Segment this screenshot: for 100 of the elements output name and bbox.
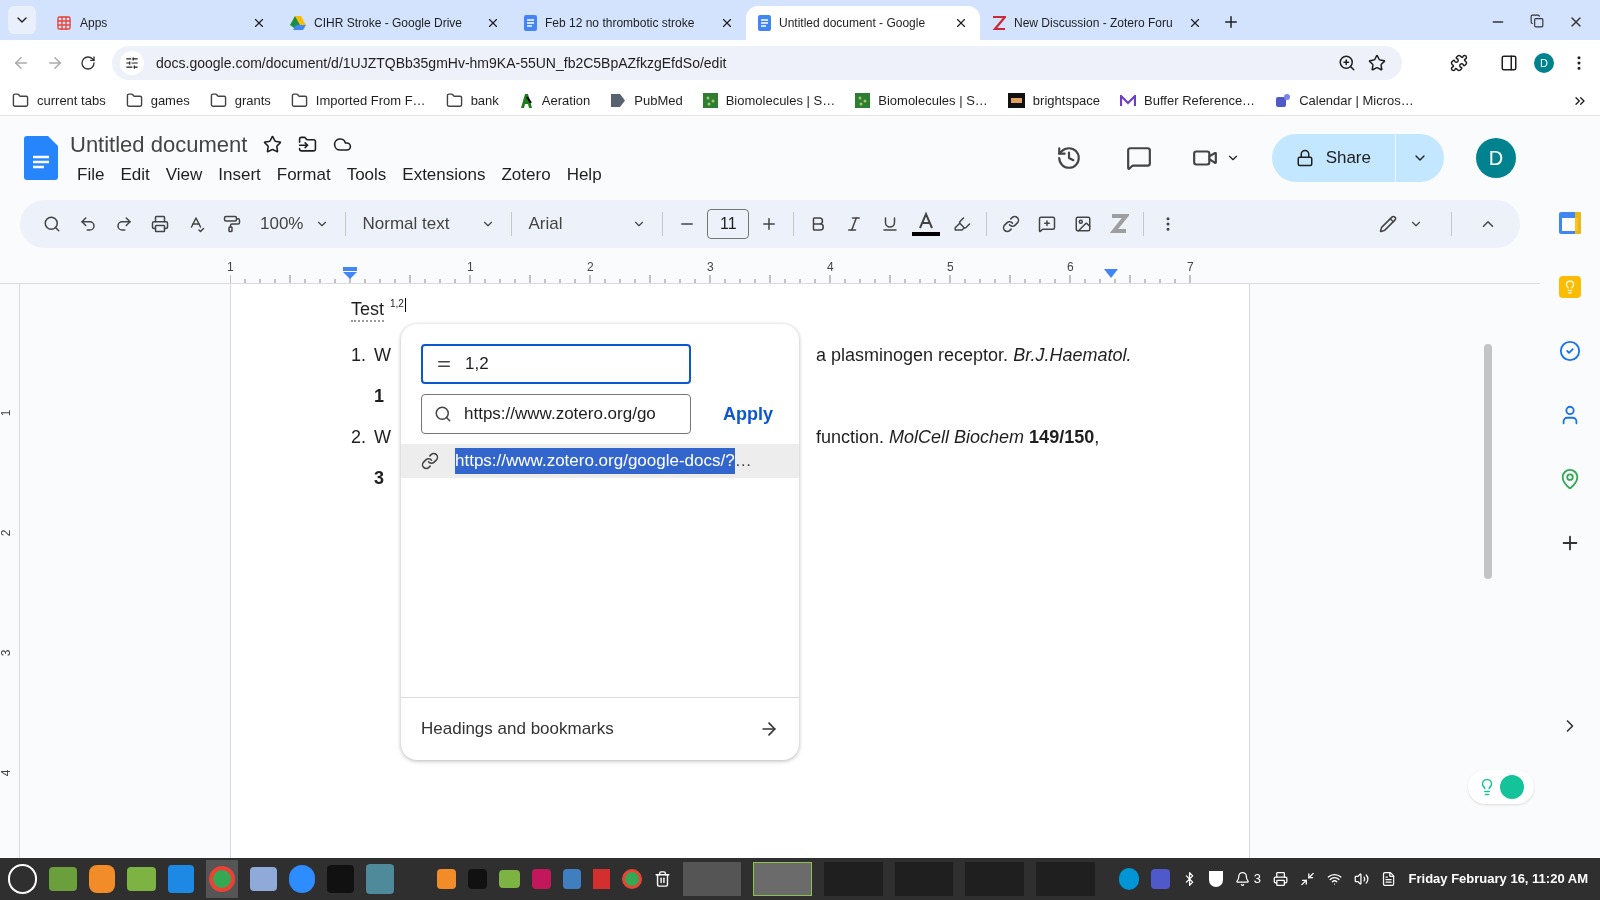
menu-item[interactable]: Zotero (494, 160, 558, 189)
folder-icon (125, 92, 143, 109)
search-icon (434, 405, 452, 423)
ruler-number: 2 (587, 259, 594, 276)
document-title[interactable]: Untitled document (70, 127, 248, 161)
m-icon (1120, 94, 1137, 107)
close-icon[interactable] (486, 16, 500, 30)
bookmark[interactable]: grants (209, 90, 271, 111)
bookmark[interactable]: brightspace (1007, 90, 1101, 111)
ruler-number: 3 (707, 259, 714, 276)
link-suggestion[interactable]: https://www.zotero.org/google-docs/?… (401, 444, 799, 478)
menu-item[interactable]: File (70, 160, 112, 189)
headings-bookmarks-item[interactable]: Headings and bookmarks (401, 698, 799, 760)
zoom-icon[interactable] (1338, 54, 1356, 72)
app-icon[interactable] (167, 865, 195, 893)
menu-item[interactable]: Help (559, 160, 609, 189)
browser-tab[interactable]: New Discussion - Zotero Foru (980, 6, 1214, 40)
dotted-square-icon (855, 93, 871, 108)
folder-icon (290, 92, 308, 109)
restore-icon[interactable] (1530, 14, 1544, 28)
close-icon[interactable] (1188, 16, 1202, 30)
browser-tab[interactable]: Feb 12 no thrombotic stroke (512, 6, 746, 40)
bookmark[interactable]: current tabs (12, 90, 106, 111)
site-info-icon[interactable] (125, 56, 139, 70)
app-icon[interactable] (365, 864, 395, 894)
clock-text[interactable]: Friday February 16, 11:20 AM (1408, 869, 1592, 889)
shield-icon[interactable] (1209, 871, 1223, 887)
menu-item[interactable]: Format (269, 160, 338, 189)
docs-logo-icon[interactable] (24, 136, 58, 180)
bookmark[interactable]: games (125, 90, 190, 111)
citation-superscript[interactable]: 1,2 (390, 296, 404, 311)
app-icon[interactable] (206, 860, 239, 898)
tab-title: Feb 12 no thrombotic stroke (545, 15, 696, 32)
folder-icon (445, 92, 463, 109)
bookmark[interactable]: bank (445, 90, 499, 111)
star-icon[interactable] (263, 134, 283, 154)
square-logo-icon (1007, 93, 1025, 108)
notification-icon[interactable] (1234, 871, 1250, 887)
tasks-icon[interactable] (1559, 340, 1581, 362)
bookmark[interactable]: Calendar | Micros… (1275, 90, 1414, 111)
menu-item[interactable]: Insert (211, 160, 268, 189)
bookmark[interactable]: Biomolecules | S… (855, 90, 988, 111)
browser-tab[interactable]: Apps (44, 6, 278, 40)
bookmark-star-icon[interactable] (1368, 54, 1386, 72)
circle-logo-icon (1500, 775, 1524, 799)
address-bar[interactable]: docs.google.com/document/d/1UJZTQBb35gmHv-hm9KA-55UN_fb2C5BpAZfkzgEfdSo/edit (112, 46, 1402, 80)
menu-icon[interactable] (8, 864, 37, 894)
list-number: 2. (351, 426, 367, 446)
bookmark[interactable]: PubMed (610, 90, 683, 111)
app-icon[interactable] (48, 867, 77, 891)
clipboard-icon[interactable] (1381, 871, 1397, 887)
font-dropdown[interactable]: Arial (520, 211, 655, 237)
app-icon[interactable] (88, 865, 116, 893)
menu-item[interactable]: Extensions (395, 160, 493, 189)
close-icon[interactable] (252, 16, 266, 30)
printer-icon[interactable] (1272, 871, 1289, 887)
calendar-icon[interactable] (1559, 212, 1581, 234)
new-tab-icon[interactable] (1222, 13, 1240, 31)
app-icon[interactable] (593, 869, 611, 889)
link-url-field[interactable]: https://www.zotero.org/go (421, 394, 691, 434)
history-icon[interactable] (1055, 145, 1082, 171)
bookmark[interactable]: Imported From F… (290, 90, 426, 111)
app-icon[interactable] (622, 869, 642, 889)
volume-icon[interactable] (1354, 871, 1370, 887)
font-size-field[interactable]: 11 (707, 209, 750, 239)
close-icon[interactable] (954, 16, 968, 30)
ruler-number: 7 (1187, 259, 1194, 276)
tab-search-button[interactable] (8, 6, 36, 34)
bookmark[interactable]: Aeration (518, 90, 591, 111)
style-dropdown[interactable]: Normal text (354, 211, 504, 237)
browser-tab[interactable]: CIHR Stroke - Google Drive (278, 6, 512, 40)
tab-title: Untitled document - Google (779, 15, 927, 32)
link-text-field[interactable]: 1,2 (421, 344, 691, 384)
menu-item[interactable]: Tools (339, 160, 394, 189)
browser-tab[interactable]: Untitled document - Google (746, 6, 980, 40)
window-thumbnail[interactable] (753, 862, 813, 896)
wifi-icon[interactable] (1327, 871, 1343, 887)
extensions-icon[interactable] (1450, 54, 1468, 72)
apply-button[interactable]: Apply (723, 400, 773, 428)
side-panel-icon[interactable] (1500, 54, 1518, 72)
bookmark[interactable]: Buffer Reference… (1120, 90, 1256, 111)
trash-icon[interactable] (653, 870, 671, 888)
move-folder-icon[interactable] (298, 134, 318, 154)
menu-item[interactable]: View (158, 160, 210, 189)
comments-icon[interactable] (1125, 145, 1152, 171)
right-indent-marker[interactable] (1104, 269, 1118, 278)
zoom-dropdown[interactable]: 100% (252, 211, 338, 237)
reload-icon[interactable] (80, 55, 96, 71)
indent-marker[interactable] (343, 267, 357, 279)
tab-title: Apps (80, 15, 109, 32)
app-icon[interactable] (437, 869, 456, 889)
map-pin-icon[interactable] (1559, 468, 1581, 490)
folder-icon[interactable] (498, 870, 520, 888)
profile-avatar[interactable]: D (1534, 53, 1554, 73)
menu-item[interactable]: Edit (113, 160, 157, 189)
account-avatar[interactable]: D (1476, 138, 1516, 178)
link-icon (421, 452, 439, 470)
window-thumbnail[interactable] (682, 862, 742, 896)
bookmark[interactable]: Biomolecules | S… (702, 90, 836, 111)
close-icon[interactable] (720, 16, 734, 30)
